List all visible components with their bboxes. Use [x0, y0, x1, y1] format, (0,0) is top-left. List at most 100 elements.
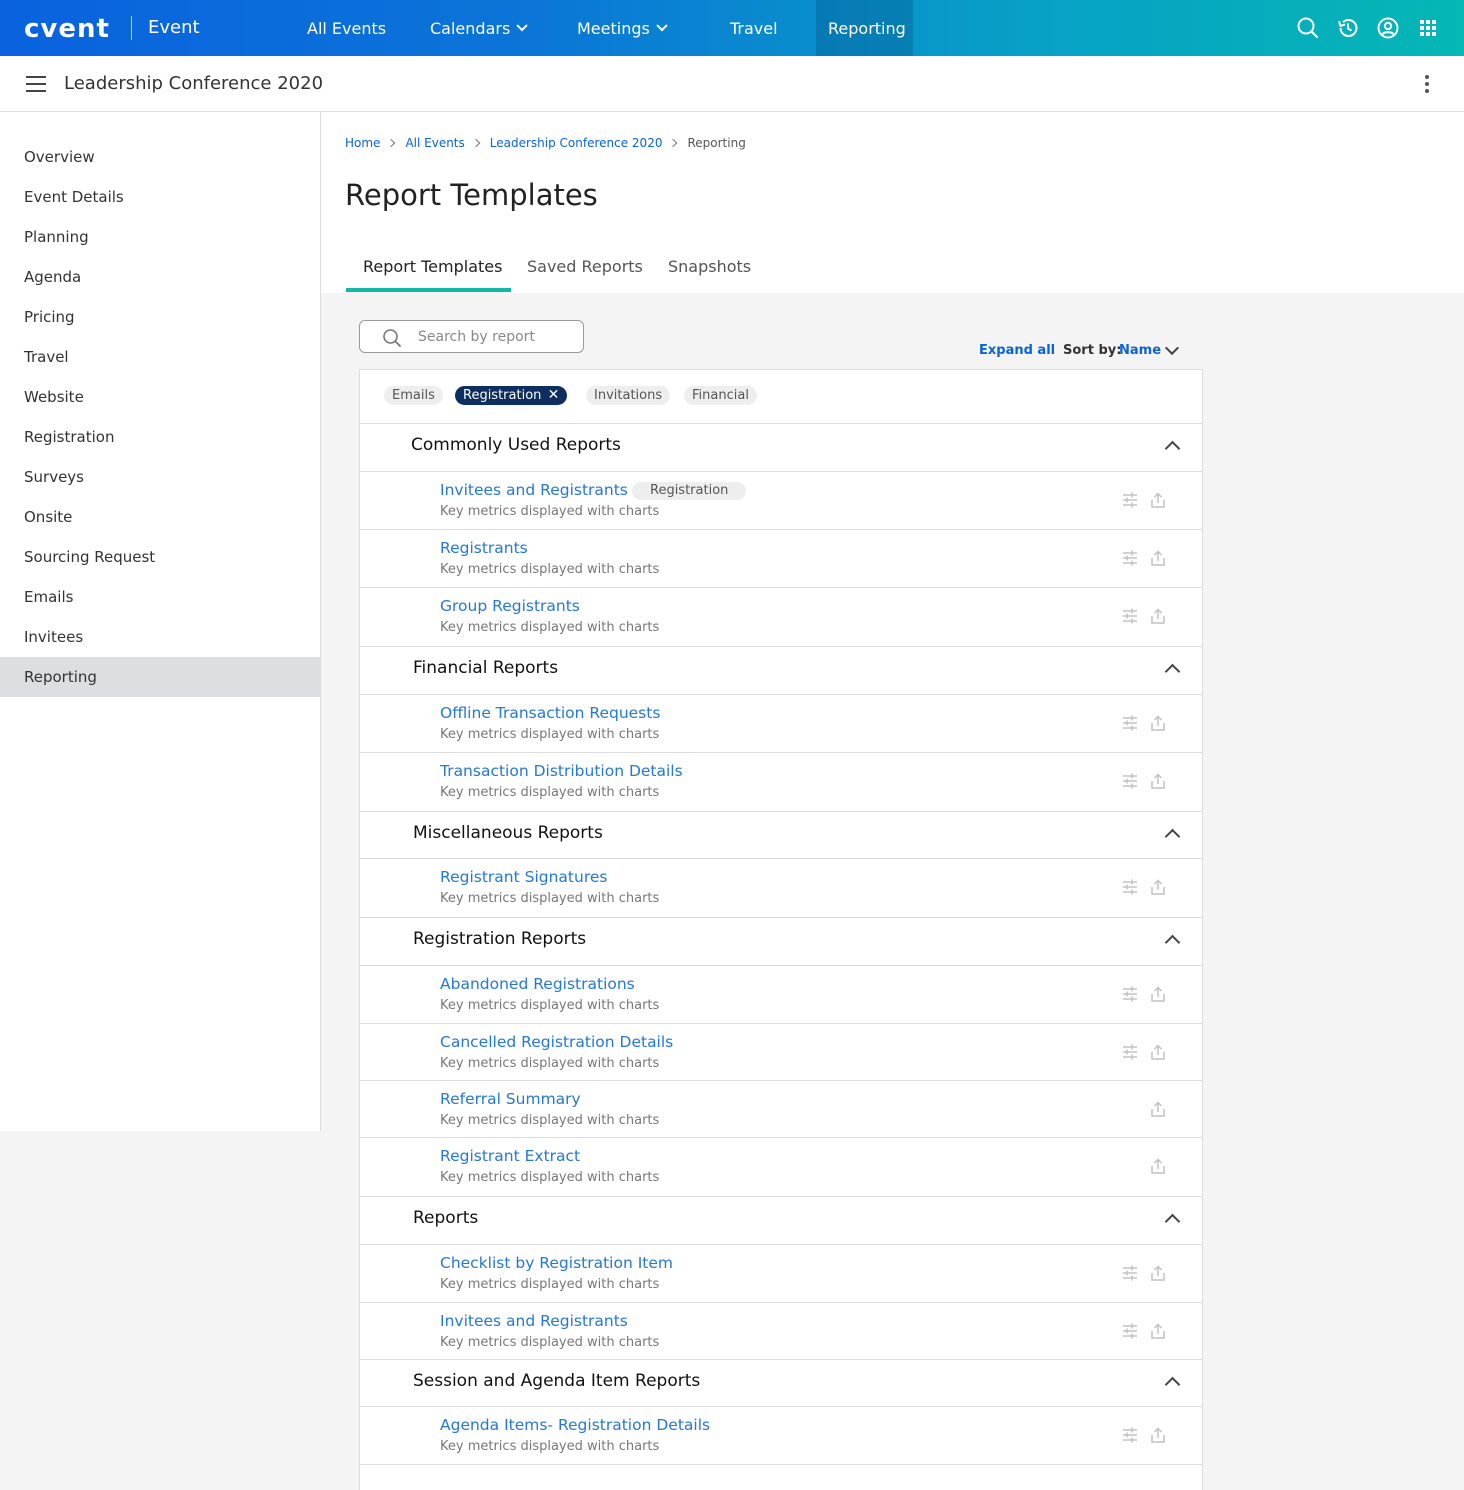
sidebar-item-reporting[interactable]: Reporting [0, 657, 320, 697]
sidebar-item-registration[interactable]: Registration [0, 417, 320, 457]
sort-by-value[interactable]: Name [1119, 343, 1161, 358]
customize-icon[interactable] [1122, 986, 1138, 1002]
export-icon[interactable] [1150, 1158, 1166, 1174]
sidebar-item-planning[interactable]: Planning [0, 217, 320, 257]
row-divider [360, 1080, 1202, 1081]
customize-icon[interactable] [1122, 1044, 1138, 1060]
sidebar-item-agenda[interactable]: Agenda [0, 257, 320, 297]
customize-icon[interactable] [1122, 715, 1138, 731]
customize-icon[interactable] [1122, 608, 1138, 624]
export-icon[interactable] [1150, 550, 1166, 566]
breadcrumb-all-events[interactable]: All Events [405, 136, 464, 150]
customize-icon[interactable] [1122, 550, 1138, 566]
export-icon[interactable] [1150, 1323, 1166, 1339]
expand-all-link[interactable]: Expand all [979, 343, 1055, 358]
report-link[interactable]: Registrant Extract [440, 1147, 580, 1165]
more-options-icon[interactable] [1425, 75, 1431, 95]
export-icon[interactable] [1150, 715, 1166, 731]
chevron-down-icon [516, 20, 528, 32]
report-link[interactable]: Agenda Items- Registration Details [440, 1416, 710, 1434]
hamburger-menu-icon[interactable] [26, 76, 46, 92]
filter-chip-label: Invitations [594, 388, 663, 403]
export-icon[interactable] [1150, 608, 1166, 624]
sidebar-item-invitees[interactable]: Invitees [0, 617, 320, 657]
nav-travel[interactable]: Travel [730, 0, 778, 56]
export-icon[interactable] [1150, 773, 1166, 789]
sidebar-item-website[interactable]: Website [0, 377, 320, 417]
nav-meetings[interactable]: Meetings [577, 0, 668, 56]
section-divider [360, 917, 1202, 918]
report-link[interactable]: Invitees and Registrants [440, 481, 628, 499]
row-divider [360, 1023, 1202, 1024]
export-icon[interactable] [1150, 1101, 1166, 1117]
row-divider [360, 1137, 1202, 1138]
chevron-down-icon[interactable] [1164, 340, 1180, 356]
remove-filter-icon[interactable]: ✕ [548, 386, 560, 405]
report-description: Key metrics displayed with charts [440, 1277, 660, 1292]
customize-icon[interactable] [1122, 492, 1138, 508]
filter-chip-emails[interactable]: Emails [384, 386, 443, 405]
report-description: Key metrics displayed with charts [440, 891, 660, 906]
section-divider [360, 1359, 1202, 1360]
export-icon[interactable] [1150, 1265, 1166, 1281]
report-link[interactable]: Registrants [440, 539, 528, 557]
tab-saved-reports[interactable]: Saved Reports [527, 257, 643, 293]
export-icon[interactable] [1150, 1427, 1166, 1443]
breadcrumb-home[interactable]: Home [345, 136, 380, 150]
history-icon[interactable] [1336, 16, 1360, 40]
report-link[interactable]: Abandoned Registrations [440, 975, 635, 993]
row-divider [360, 858, 1202, 859]
filter-chip-registration[interactable]: Registration ✕ [455, 386, 568, 405]
export-icon[interactable] [1150, 986, 1166, 1002]
report-link[interactable]: Cancelled Registration Details [440, 1033, 673, 1051]
section-title: Session and Agenda Item Reports [413, 1371, 701, 1391]
chevron-down-icon [656, 20, 668, 32]
filter-chip-financial[interactable]: Financial [684, 386, 757, 405]
chevron-right-icon [669, 138, 678, 148]
customize-icon[interactable] [1122, 879, 1138, 895]
row-divider [360, 587, 1202, 588]
customize-icon[interactable] [1122, 1427, 1138, 1443]
customize-icon[interactable] [1122, 773, 1138, 789]
nav-reporting[interactable]: Reporting [816, 0, 913, 56]
export-icon[interactable] [1150, 492, 1166, 508]
customize-icon[interactable] [1122, 1265, 1138, 1281]
event-header: Leadership Conference 2020 [0, 56, 1464, 112]
top-navigation-bar: cvent Event All Events Calendars Meeting… [0, 0, 1464, 56]
user-account-icon[interactable] [1376, 16, 1400, 40]
tab-snapshots[interactable]: Snapshots [668, 257, 751, 293]
sidebar-item-overview[interactable]: Overview [0, 137, 320, 177]
cvent-logo[interactable]: cvent [24, 14, 110, 44]
nav-calendars[interactable]: Calendars [430, 0, 528, 56]
customize-icon[interactable] [1122, 1323, 1138, 1339]
report-link[interactable]: Transaction Distribution Details [440, 762, 683, 780]
sidebar-item-event-details[interactable]: Event Details [0, 177, 320, 217]
sidebar-item-surveys[interactable]: Surveys [0, 457, 320, 497]
search-input[interactable] [418, 325, 578, 349]
row-divider [360, 1244, 1202, 1245]
sidebar-item-travel[interactable]: Travel [0, 337, 320, 377]
report-link[interactable]: Group Registrants [440, 597, 580, 615]
row-divider [360, 694, 1202, 695]
section-divider [360, 1196, 1202, 1197]
report-link[interactable]: Invitees and Registrants [440, 1312, 628, 1330]
nav-all-events[interactable]: All Events [307, 0, 386, 56]
sidebar-item-pricing[interactable]: Pricing [0, 297, 320, 337]
page-title: Report Templates [345, 178, 598, 212]
report-link[interactable]: Checklist by Registration Item [440, 1254, 673, 1272]
app-grid-icon[interactable] [1416, 16, 1440, 40]
report-link[interactable]: Offline Transaction Requests [440, 704, 660, 722]
report-link[interactable]: Referral Summary [440, 1090, 581, 1108]
sidebar-item-sourcing-request[interactable]: Sourcing Request [0, 537, 320, 577]
search-icon[interactable] [1296, 16, 1320, 40]
export-icon[interactable] [1150, 879, 1166, 895]
sidebar-item-onsite[interactable]: Onsite [0, 497, 320, 537]
report-link[interactable]: Registrant Signatures [440, 868, 607, 886]
export-icon[interactable] [1150, 1044, 1166, 1060]
report-description: Key metrics displayed with charts [440, 620, 660, 635]
breadcrumb-event[interactable]: Leadership Conference 2020 [490, 136, 663, 150]
report-description: Key metrics displayed with charts [440, 785, 660, 800]
sidebar-item-emails[interactable]: Emails [0, 577, 320, 617]
filter-chip-invitations[interactable]: Invitations [586, 386, 671, 405]
section-divider [360, 646, 1202, 647]
